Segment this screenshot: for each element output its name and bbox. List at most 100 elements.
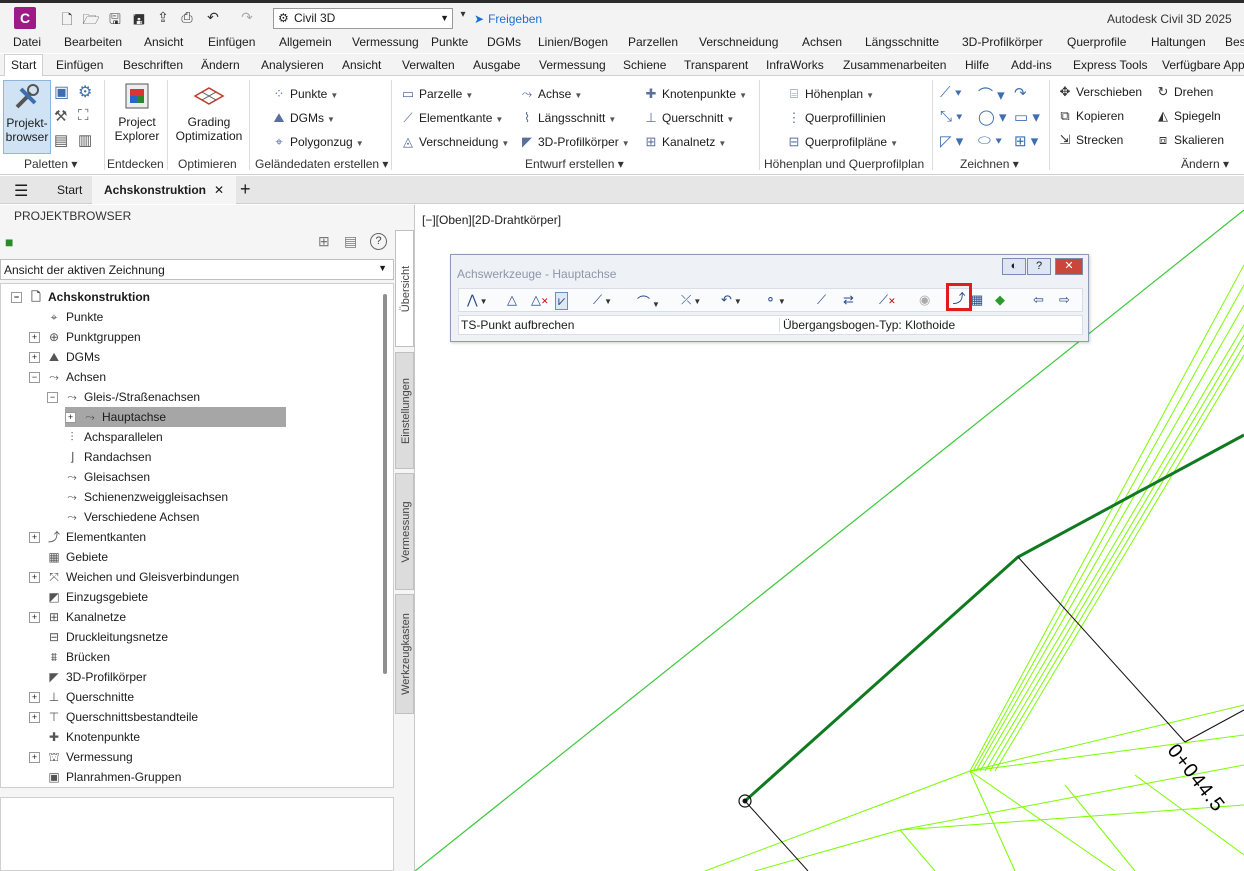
tab-analysieren[interactable]: Analysieren	[261, 58, 324, 72]
panel-title-zeichnen[interactable]: Zeichnen ▾	[960, 157, 1019, 171]
querprofillinien-button[interactable]: ⋮ Querprofillinien	[786, 110, 886, 126]
tab-ausgabe[interactable]: Ausgabe	[473, 58, 520, 72]
close-icon[interactable]: ✕	[214, 183, 224, 197]
parzelle-button[interactable]: ▭ Parzelle ▼	[400, 86, 473, 102]
tab-infraworks[interactable]: InfraWorks	[766, 58, 824, 72]
ellipse-icon[interactable]: ⬭ ▾	[978, 132, 1002, 149]
open-file-icon[interactable]: 🗁	[82, 9, 100, 33]
new-file-icon[interactable]: 🗋	[58, 9, 76, 33]
save-as-icon[interactable]: 🖪	[130, 9, 148, 33]
tree-node[interactable]: ⤳ Verschiedene Achsen	[47, 507, 199, 527]
expand-toggle-icon[interactable]: +	[29, 692, 40, 704]
help-icon[interactable]: ?	[370, 233, 387, 250]
workspace-select[interactable]: ⚙ Civil 3D ▼	[273, 8, 453, 29]
line-icon[interactable]: ⟋ ▾	[940, 84, 962, 101]
panel-title-aendern[interactable]: Ändern ▾	[1181, 157, 1229, 171]
curve-spiral-commands-icon[interactable]: ↶ ▼	[721, 292, 742, 308]
palette-icon-3[interactable]: ⚒	[54, 107, 67, 125]
tab-schiene[interactable]: Schiene	[623, 58, 666, 72]
menu-item[interactable]: DGMs	[487, 35, 521, 49]
menu-item[interactable]: Bearbeiten	[64, 35, 122, 49]
tab-zusammenarbeiten[interactable]: Zusammenarbeiten	[843, 58, 946, 72]
app-logo-icon[interactable]: C	[14, 7, 36, 29]
edit-best-fit-icon[interactable]: ◉	[919, 292, 930, 308]
tree-node[interactable]: − ⤳ Gleis-/Straßenachsen	[47, 387, 200, 407]
quick-access-menu-icon[interactable]: ▾	[454, 9, 472, 20]
tree-node[interactable]: ⩩ Brücken	[29, 647, 110, 667]
line-spiral-commands-icon[interactable]: ⤫ ▼	[681, 292, 701, 308]
elementkante-button[interactable]: ⟋ Elementkante ▼	[400, 110, 503, 126]
tree-node[interactable]: + ⤳ Hauptachse	[65, 407, 287, 427]
expand-toggle-icon[interactable]: −	[47, 392, 58, 404]
tree-node[interactable]: + ⊕ Punktgruppen	[29, 327, 141, 347]
help-icon[interactable]: ?	[1027, 258, 1051, 275]
knotenpunkte-button[interactable]: ✚ Knotenpunkte ▼	[643, 86, 747, 102]
tree-node[interactable]: + ⛰ DGMs	[29, 347, 100, 367]
projektbrowser-button[interactable]: Projekt-browser	[3, 80, 51, 154]
menu-item[interactable]: 3D-Profilkörper	[962, 35, 1043, 49]
tree-node[interactable]: + ⊤ Querschnittsbestandteile	[29, 707, 198, 727]
undo-icon[interactable]: ↶	[204, 9, 222, 26]
tab-einfuegen[interactable]: Einfügen	[56, 58, 103, 72]
pi-commands-icon[interactable]: ⋀ ▼	[467, 292, 488, 308]
tab-ansicht[interactable]: Ansicht	[342, 58, 381, 72]
palette-icon-5[interactable]: ▤	[54, 131, 68, 149]
grading-optimization-button[interactable]: Grading Optimization	[172, 80, 246, 143]
tree-node[interactable]: ⌖ Punkte	[29, 307, 104, 327]
palette-icon-6[interactable]: ▥	[78, 131, 92, 149]
kopieren-button[interactable]: ⧉ Kopieren	[1057, 108, 1124, 124]
side-tab-werkzeugkasten[interactable]: Werkzeugkasten	[395, 594, 414, 714]
expand-toggle-icon[interactable]: +	[29, 352, 40, 364]
publish-icon[interactable]: ⇪	[154, 9, 172, 26]
alignment-grid-view-icon[interactable]: ◆	[995, 292, 1005, 308]
hoehenplan-button[interactable]: ⌸ Höhenplan ▼	[786, 86, 874, 102]
spiegeln-button[interactable]: ◭ Spiegeln	[1155, 108, 1221, 124]
tab-add-ins[interactable]: Add-ins	[1011, 58, 1052, 72]
redo-icon[interactable]: ↷	[238, 9, 256, 26]
expand-toggle-icon[interactable]: +	[29, 612, 40, 624]
expand-toggle-icon[interactable]: +	[29, 532, 40, 544]
polyline-icon[interactable]: ⌒ ▾	[978, 84, 1005, 105]
side-tab-einstellungen[interactable]: Einstellungen	[395, 352, 414, 469]
reverse-direction-icon[interactable]: ⇄	[843, 292, 854, 308]
undo-icon[interactable]: ⇦	[1033, 292, 1044, 308]
querprofilplaene-button[interactable]: ⊟ Querprofilpläne ▼	[786, 134, 898, 150]
expand-toggle-icon[interactable]: +	[29, 752, 40, 764]
tab-verwalten[interactable]: Verwalten	[402, 58, 455, 72]
tangent-commands-icon[interactable]: ⟋ ▼	[593, 292, 612, 308]
tree-node[interactable]: ◩ Einzugsgebiete	[29, 587, 148, 607]
menu-item[interactable]: Allgemein	[279, 35, 332, 49]
tree-node[interactable]: + ⤴ Elementkanten	[29, 527, 146, 547]
tab-start[interactable]: Start	[4, 54, 44, 76]
panel-title-paletten[interactable]: Paletten ▾	[24, 157, 77, 171]
tree-node[interactable]: ◤ 3D-Profilkörper	[29, 667, 146, 687]
tree-node[interactable]: ▦ Gebiete	[29, 547, 108, 567]
tree-node[interactable]: ⌋ Randachsen	[47, 447, 152, 467]
pick-subentity-icon[interactable]: ⤴	[946, 283, 972, 311]
verschieben-button[interactable]: ✥ Verschieben	[1057, 84, 1143, 100]
hatch-icon[interactable]: ◸ ▾	[940, 132, 963, 150]
dgms-button[interactable]: ⛰ DGMs ▼	[271, 110, 335, 126]
convert-line-icon[interactable]: ⟋	[817, 292, 826, 308]
new-tab-icon[interactable]: +	[240, 179, 251, 200]
menu-item[interactable]: Haltungen	[1151, 35, 1206, 49]
tree-node[interactable]: ⫶ Achsparallelen	[47, 427, 162, 447]
delete-pi-icon[interactable]: △✕	[531, 292, 549, 308]
palette-icon-1[interactable]: ▣	[54, 82, 69, 102]
menu-item[interactable]: Einfügen	[208, 35, 255, 49]
tab-beschriften[interactable]: Beschriften	[123, 58, 183, 72]
insert-pi-icon[interactable]: △	[507, 292, 517, 308]
menu-item[interactable]: Punkte	[431, 35, 468, 49]
circle-icon[interactable]: ◯ ▾	[978, 108, 1006, 126]
polygonzug-button[interactable]: ⌖ Polygonzug ▼	[271, 134, 363, 150]
curve-commands-icon[interactable]: ⌒ ▼	[637, 292, 660, 311]
tree-node[interactable]: ▣ Planrahmen-Gruppen	[29, 767, 181, 787]
save-icon[interactable]: 🖫	[106, 9, 124, 33]
tree-node[interactable]: − ⤳ Achsen	[29, 367, 106, 387]
verschneidung-button[interactable]: ◬ Verschneidung ▼	[400, 134, 509, 150]
skalieren-button[interactable]: ⧈ Skalieren	[1155, 132, 1224, 148]
menu-item[interactable]: Querprofile	[1067, 35, 1126, 49]
querschnitt-button[interactable]: ⊥ Querschnitt ▼	[643, 110, 734, 126]
list-view-icon[interactable]: ▤	[344, 233, 357, 250]
tab-express-tools[interactable]: Express Tools	[1073, 58, 1147, 72]
